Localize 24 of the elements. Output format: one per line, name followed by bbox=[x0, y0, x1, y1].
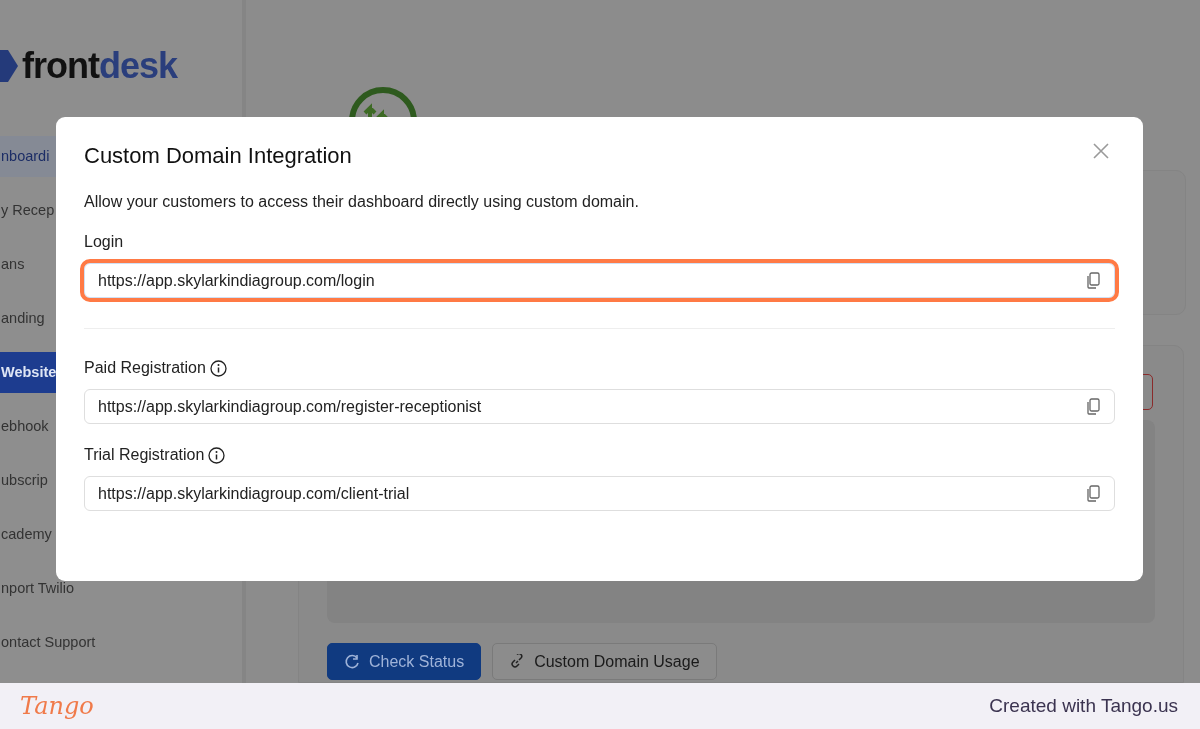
close-icon[interactable] bbox=[1093, 143, 1109, 159]
domain-usage-button[interactable]: Custom Domain Usage bbox=[492, 643, 717, 680]
logo-text: frontdesk bbox=[22, 45, 178, 87]
copy-icon[interactable] bbox=[1086, 398, 1100, 415]
url-field[interactable]: https://app.skylarkindiagroup.com/register-receptionist bbox=[84, 389, 1115, 424]
brand-logo: Tango bbox=[20, 692, 94, 720]
copy-icon[interactable] bbox=[1086, 485, 1100, 502]
check-status-button[interactable]: Check Status bbox=[327, 643, 482, 680]
refresh-icon bbox=[344, 653, 360, 670]
field-label: Login bbox=[84, 233, 124, 251]
modal-title: Custom Domain Integration bbox=[84, 143, 352, 169]
field-label: Paid Registration bbox=[84, 359, 206, 377]
info-icon[interactable] bbox=[208, 446, 226, 464]
credit-text: Created with Tango.us bbox=[989, 695, 1178, 717]
copy-icon[interactable] bbox=[1086, 272, 1100, 289]
field-label: Trial Registration bbox=[84, 446, 205, 464]
logo-icon bbox=[0, 48, 18, 84]
info-icon[interactable] bbox=[209, 359, 227, 377]
link-icon bbox=[509, 653, 526, 670]
logo-icon bbox=[348, 86, 418, 117]
url-field[interactable]: https://app.skylarkindiagroup.com/client-trial bbox=[84, 476, 1115, 511]
modal-description: Allow your customers to access their dashboard directly using custom domain. bbox=[84, 193, 640, 211]
sidebar-item[interactable]: ontact Support bbox=[0, 622, 242, 663]
sidebar-item[interactable]: Website bbox=[0, 352, 56, 393]
